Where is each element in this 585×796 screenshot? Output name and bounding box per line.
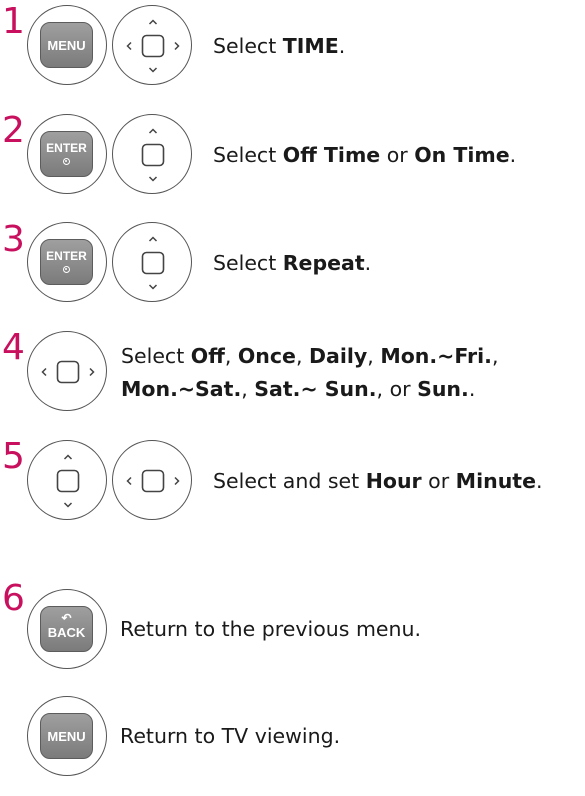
text-run: Select [213, 143, 283, 167]
highlighted-term: Once [237, 344, 296, 368]
final-instruction: Return to TV viewing. [120, 721, 340, 751]
text-run: . [468, 377, 476, 401]
text-run: . [536, 469, 543, 493]
step-4-instruction: Select Off, Once, Daily, Mon.~Fri., [121, 341, 499, 371]
text-run: or [421, 469, 456, 493]
menu-button-ring: MENU [27, 5, 107, 85]
text-run: , [491, 344, 499, 368]
left-right-arrow-icon [41, 360, 95, 384]
step-4-instruction-line2: Mon.~Sat., Sat.~ Sun., or Sun.. [121, 374, 475, 404]
highlighted-term: Off [190, 344, 225, 368]
step-2-instruction: Select Off Time or On Time. [213, 140, 516, 170]
highlighted-term: Daily [308, 344, 368, 368]
step-1-instruction: Select TIME. [213, 31, 345, 61]
up-down-arrow-icon [56, 454, 80, 508]
highlighted-term: Repeat [282, 251, 365, 275]
highlighted-term: On Time [414, 143, 510, 167]
step-number: 6 [2, 578, 25, 619]
enter-button: ENTER [40, 239, 93, 285]
back-button: ↶ BACK [40, 606, 93, 652]
step-number: 5 [2, 436, 25, 477]
nav-4way-ring [112, 5, 192, 85]
text-run: Select [121, 344, 191, 368]
text-run: . [364, 251, 372, 275]
nav-leftright-ring [27, 331, 107, 411]
step-number: 4 [2, 327, 25, 368]
menu-button: MENU [40, 713, 93, 759]
text-run: Select [213, 251, 283, 275]
text-run: , or [376, 377, 418, 401]
nav-updown-ring [27, 440, 107, 520]
text-run: Select [213, 34, 283, 58]
menu-button: MENU [40, 22, 93, 68]
highlighted-term: Sun. [417, 377, 469, 401]
enter-button-ring: ENTER [27, 114, 107, 194]
text-run: Return to TV viewing. [120, 724, 341, 748]
highlighted-term: Sat.~ Sun. [254, 377, 377, 401]
text-run: , [367, 344, 381, 368]
nav-updown-ring [112, 222, 192, 302]
text-run: or [380, 143, 415, 167]
step-5-instruction: Select and set Hour or Minute. [213, 466, 543, 496]
text-run: Select and set [213, 469, 366, 493]
step-number: 3 [2, 219, 25, 260]
four-way-arrow-icon [126, 19, 180, 73]
up-down-arrow-icon [141, 236, 165, 290]
left-right-arrow-icon [126, 469, 180, 493]
text-run: Return to the previous menu. [120, 617, 422, 641]
highlighted-term: TIME [282, 34, 339, 58]
step-6-instruction: Return to the previous menu. [120, 614, 421, 644]
step-number: 1 [2, 1, 25, 42]
highlighted-term: Mon.~Fri. [380, 344, 492, 368]
step-3-instruction: Select Repeat. [213, 248, 371, 278]
highlighted-term: Hour [365, 469, 422, 493]
text-run: . [338, 34, 346, 58]
highlighted-term: Mon.~Sat. [121, 377, 242, 401]
nav-updown-ring [112, 114, 192, 194]
highlighted-term: Minute [455, 469, 536, 493]
text-run: , [241, 377, 255, 401]
enter-button-ring: ENTER [27, 222, 107, 302]
text-run: . [509, 143, 517, 167]
text-run: , [224, 344, 238, 368]
text-run: , [295, 344, 309, 368]
up-down-arrow-icon [141, 128, 165, 182]
enter-button: ENTER [40, 131, 93, 177]
menu-button-ring: MENU [27, 696, 107, 776]
nav-leftright-ring [112, 440, 192, 520]
back-arrow-icon: ↶ [61, 611, 72, 625]
highlighted-term: Off Time [282, 143, 381, 167]
back-button-ring: ↶ BACK [27, 589, 107, 669]
step-number: 2 [2, 110, 25, 151]
